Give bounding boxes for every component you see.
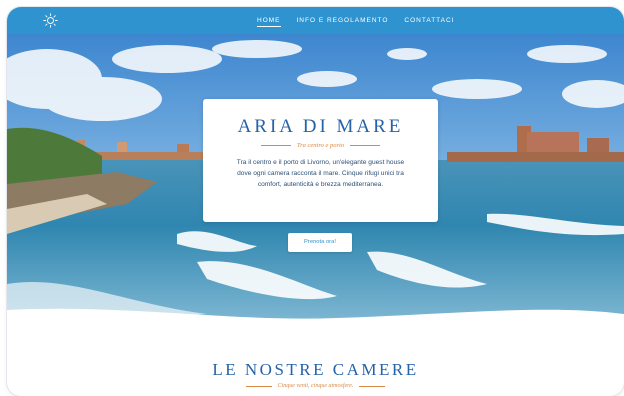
top-navbar: HOME INFO E REGOLAMENTO CONTATTACI [7, 7, 624, 34]
rooms-subtitle-row: Cinque venti, cinque atmosfere. [7, 383, 624, 389]
divider-line [245, 385, 272, 387]
hero-section: ARIA DI MARE Tra centro e porto Tra il c… [7, 34, 624, 324]
rooms-section-title: LE NOSTRE CAMERE [212, 360, 419, 379]
rooms-subtitle: Cinque venti, cinque atmosfere. [277, 383, 354, 389]
divider-line [260, 145, 291, 146]
main-nav: HOME INFO E REGOLAMENTO CONTATTACI [257, 7, 455, 34]
divider-line [359, 385, 386, 387]
nav-contattaci[interactable]: CONTATTACI [404, 15, 454, 26]
hero-card: ARIA DI MARE Tra centro e porto Tra il c… [203, 99, 438, 222]
hero-description: Tra il centro e il porto di Livorno, un'… [236, 159, 405, 188]
divider-line [350, 145, 381, 146]
sun-icon[interactable] [43, 13, 58, 28]
book-now-button[interactable]: Prenota ora! [288, 233, 352, 252]
browser-frame: HOME INFO E REGOLAMENTO CONTATTACI ARIA … [7, 7, 624, 396]
nav-info-regolamento[interactable]: INFO E REGOLAMENTO [297, 15, 389, 26]
hero-subtitle-row: Tra centro e porto [203, 142, 438, 149]
hero-title: ARIA DI MARE [237, 116, 404, 137]
nav-home[interactable]: HOME [257, 15, 281, 27]
hero-subtitle: Tra centro e porto [296, 142, 345, 149]
